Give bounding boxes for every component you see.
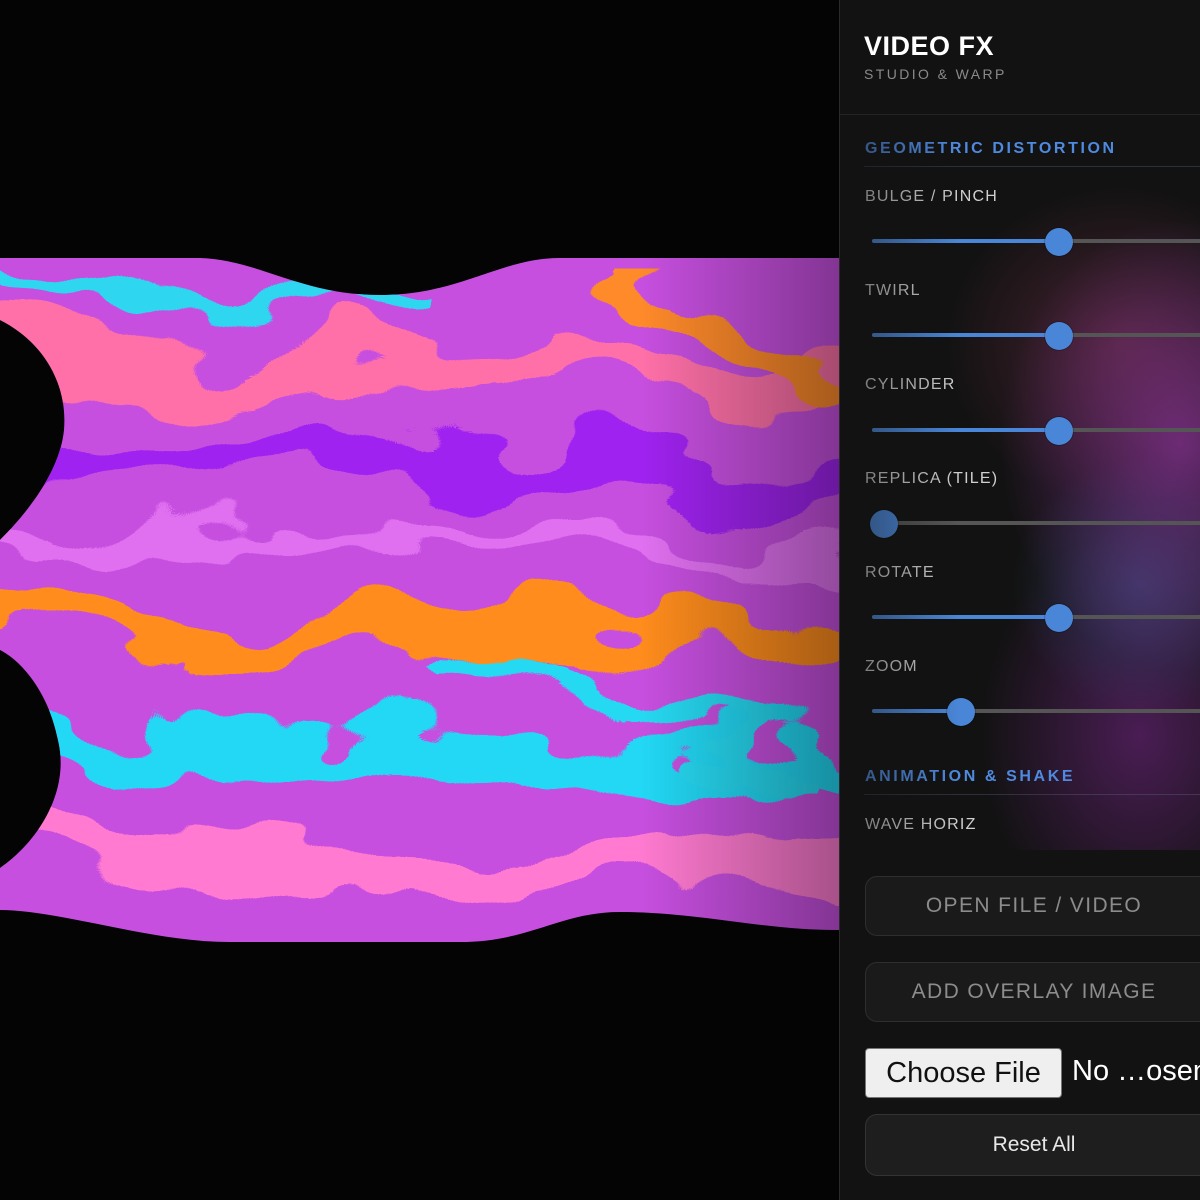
bulge-pinch-slider[interactable] [872, 228, 1200, 256]
reset-all-button[interactable]: Reset All [865, 1114, 1200, 1176]
slider-fill [872, 615, 1059, 619]
replica-tile-label: REPLICA (TILE) [865, 470, 999, 487]
section-heading-animation-shake: ANIMATION & SHAKE [865, 768, 1076, 785]
slider-thumb[interactable] [870, 510, 898, 538]
slider-track [872, 521, 1200, 525]
slider-fill [872, 239, 1059, 243]
slider-thumb[interactable] [1045, 417, 1073, 445]
file-status-text: No …osen [1072, 1055, 1200, 1087]
slider-fill [872, 428, 1059, 432]
effects-sidebar: VIDEO FX STUDIO & WARP GEOMETRIC DISTORT… [839, 0, 1200, 1200]
bulge-pinch-label: BULGE / PINCH [865, 188, 998, 205]
section-divider [864, 166, 1200, 167]
wave-horiz-label: WAVE HORIZ [865, 816, 977, 833]
rotate-label: ROTATE [865, 564, 935, 581]
slider-thumb[interactable] [947, 698, 975, 726]
zoom-slider[interactable] [872, 698, 1200, 726]
section-divider [864, 794, 1200, 795]
zoom-label: ZOOM [865, 658, 918, 675]
twirl-slider[interactable] [872, 322, 1200, 350]
cylinder-slider[interactable] [872, 417, 1200, 445]
brand-header: VIDEO FX STUDIO & WARP [864, 30, 1007, 82]
cylinder-label: CYLINDER [865, 376, 956, 393]
section-heading-geometric-distortion: GEOMETRIC DISTORTION [865, 140, 1117, 157]
choose-file-button[interactable]: Choose File [865, 1048, 1062, 1098]
app-title: VIDEO FX [864, 31, 995, 61]
controls-scroll-area[interactable]: GEOMETRIC DISTORTION BULGE / PINCH TWIRL… [840, 115, 1200, 850]
actions-panel: OPEN FILE / VIDEO ADD OVERLAY IMAGE Choo… [840, 850, 1200, 1200]
rotate-slider[interactable] [872, 604, 1200, 632]
twirl-label: TWIRL [865, 282, 921, 299]
app-subtitle: STUDIO & WARP [864, 66, 1007, 82]
slider-thumb[interactable] [1045, 322, 1073, 350]
slider-thumb[interactable] [1045, 228, 1073, 256]
video-preview-canvas[interactable] [0, 0, 840, 1200]
slider-thumb[interactable] [1045, 604, 1073, 632]
slider-fill [872, 333, 1059, 337]
replica-tile-slider[interactable] [870, 510, 1200, 538]
warped-video-frame [0, 258, 840, 942]
file-input[interactable]: Choose File No …osen [865, 1048, 1200, 1098]
open-file-video-button[interactable]: OPEN FILE / VIDEO [865, 876, 1200, 936]
add-overlay-image-button[interactable]: ADD OVERLAY IMAGE [865, 962, 1200, 1022]
